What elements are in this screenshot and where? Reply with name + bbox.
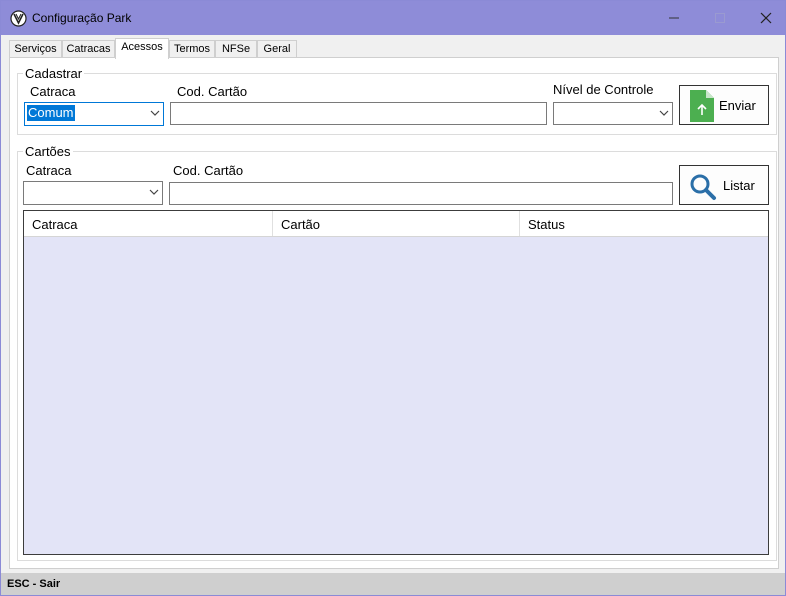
close-icon — [760, 12, 772, 24]
tab-label: Catracas — [66, 43, 111, 55]
enviar-button[interactable]: Enviar — [679, 85, 769, 125]
chevron-down-icon — [659, 110, 669, 116]
minimize-icon — [669, 17, 679, 19]
tab-label: Geral — [263, 43, 291, 55]
cadastrar-cod-cartao-label: Cod. Cartão — [177, 84, 248, 99]
close-button[interactable] — [743, 1, 786, 35]
cartoes-catraca-select[interactable] — [23, 181, 163, 205]
window-title: Configuração Park — [32, 11, 132, 25]
enviar-button-label: Enviar — [719, 98, 756, 113]
tab-label: Serviços — [14, 43, 57, 55]
cartoes-grid[interactable]: Catraca Cartão Status — [23, 210, 769, 555]
column-header-status[interactable]: Status — [520, 211, 768, 236]
cadastrar-catraca-value: Comum — [27, 105, 75, 121]
listar-button-label: Listar — [723, 178, 755, 193]
cartoes-legend: Cartões — [23, 144, 73, 159]
tab-label: Termos — [173, 43, 211, 55]
maximize-button[interactable] — [697, 1, 743, 35]
nivel-controle-select[interactable] — [553, 102, 673, 125]
column-header-cartao[interactable]: Cartão — [273, 211, 520, 236]
cadastrar-catraca-select[interactable]: Comum — [24, 102, 164, 126]
app-logo-icon — [10, 10, 27, 27]
main-window: Configuração Park Serviços Catracas Aces… — [0, 0, 786, 596]
tab-termos[interactable]: Termos — [169, 40, 215, 58]
tab-acessos[interactable]: Acessos — [115, 38, 169, 59]
cartoes-catraca-label: Catraca — [26, 163, 72, 178]
tab-label: NFSe — [221, 43, 251, 55]
tab-servicos[interactable]: Serviços — [9, 40, 62, 58]
cadastrar-legend: Cadastrar — [23, 66, 85, 81]
status-bar: ESC - Sair — [1, 573, 785, 595]
minimize-button[interactable] — [651, 1, 697, 35]
cartoes-cod-cartao-label: Cod. Cartão — [173, 163, 244, 178]
cartoes-catraca-value — [26, 184, 28, 200]
cadastrar-cod-cartao-input[interactable] — [170, 102, 547, 125]
tab-geral[interactable]: Geral — [257, 40, 297, 58]
chevron-down-icon — [149, 189, 159, 195]
tab-nfse[interactable]: NFSe — [215, 40, 257, 58]
title-bar[interactable]: Configuração Park — [1, 1, 785, 35]
cadastrar-catraca-label: Catraca — [30, 84, 76, 99]
search-icon — [690, 174, 716, 200]
nivel-controle-value — [556, 105, 558, 121]
maximize-icon — [715, 13, 725, 23]
listar-button[interactable]: Listar — [679, 165, 769, 205]
tab-catracas[interactable]: Catracas — [62, 40, 115, 58]
status-bar-text: ESC - Sair — [7, 578, 61, 590]
cartoes-cod-cartao-input[interactable] — [169, 182, 673, 205]
upload-file-icon — [690, 90, 714, 122]
column-header-catraca[interactable]: Catraca — [24, 211, 273, 236]
grid-header: Catraca Cartão Status — [24, 211, 768, 237]
chevron-down-icon — [150, 110, 160, 116]
nivel-controle-label: Nível de Controle — [553, 82, 654, 97]
tab-label: Acessos — [121, 41, 163, 53]
